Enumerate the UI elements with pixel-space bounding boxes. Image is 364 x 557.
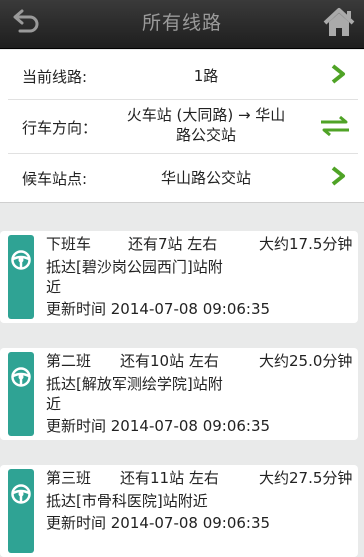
route-value: 1路 xyxy=(193,67,219,85)
bus-updated: 更新时间 2014-07-08 09:06:35 xyxy=(46,417,271,435)
bus-remaining: 还有7站 左右 xyxy=(128,235,218,253)
bus-remaining: 还有10站 左右 xyxy=(120,352,219,370)
bus-eta: 大约17.5分钟 xyxy=(259,235,353,253)
bus-arrive: 抵达[市骨科医院]站附近 xyxy=(46,492,208,510)
route-info-card: 当前线路: 1路 行车方向： 火车站 (大同路) → 华山 路公交站 候车站点:… xyxy=(0,50,364,203)
home-icon[interactable] xyxy=(322,7,356,39)
bus-updated: 更新时间 2014-07-08 09:06:35 xyxy=(46,300,271,318)
page-title: 所有线路 xyxy=(141,12,222,34)
steering-wheel-icon xyxy=(11,250,31,270)
direction-line-1: 火车站 (大同路) → 华山 xyxy=(126,106,286,124)
stop-label: 候车站点: xyxy=(22,170,88,188)
route-row[interactable]: 当前线路: 1路 xyxy=(0,50,364,98)
bus-arrive-cont: 近 xyxy=(46,395,62,413)
swap-direction-icon[interactable] xyxy=(318,114,352,138)
direction-row[interactable]: 行车方向： 火车站 (大同路) → 华山 路公交站 xyxy=(0,100,364,152)
route-label: 当前线路: xyxy=(22,68,88,86)
bus-card[interactable]: 第二班 还有10站 左右 大约25.0分钟 抵达[解放军测绘学院]站附 近 更新… xyxy=(0,348,358,440)
stop-row[interactable]: 候车站点: 华山路公交站 xyxy=(0,154,364,202)
stop-value: 华山路公交站 xyxy=(160,169,251,187)
steering-wheel-icon xyxy=(11,484,31,504)
bus-name: 第三班 xyxy=(46,469,92,487)
bus-arrive: 抵达[解放军测绘学院]站附 xyxy=(46,375,223,393)
bus-strip xyxy=(8,352,34,436)
bus-name: 下班车 xyxy=(46,235,92,253)
title-bar: 所有线路 xyxy=(0,0,364,49)
bus-name: 第二班 xyxy=(46,352,92,370)
direction-label: 行车方向： xyxy=(22,119,98,137)
bus-eta: 大约25.0分钟 xyxy=(259,352,353,370)
chevron-right-icon[interactable] xyxy=(330,64,346,84)
bus-arrive: 抵达[碧沙岗公园西门]站附 xyxy=(46,258,223,276)
bus-updated: 更新时间 2014-07-08 09:06:35 xyxy=(46,514,271,532)
steering-wheel-icon xyxy=(11,367,31,387)
bus-eta: 大约27.5分钟 xyxy=(259,469,353,487)
bus-remaining: 还有11站 左右 xyxy=(120,469,219,487)
bus-strip xyxy=(8,469,34,553)
bus-strip xyxy=(8,235,34,319)
direction-line-2: 路公交站 xyxy=(175,126,236,144)
bus-card[interactable]: 下班车 还有7站 左右 大约17.5分钟 抵达[碧沙岗公园西门]站附 近 更新时… xyxy=(0,231,358,323)
chevron-right-icon[interactable] xyxy=(330,166,346,186)
bus-card[interactable]: 第三班 还有11站 左右 大约27.5分钟 抵达[市骨科医院]站附近 更新时间 … xyxy=(0,465,358,557)
bus-arrive-cont: 近 xyxy=(46,278,62,296)
